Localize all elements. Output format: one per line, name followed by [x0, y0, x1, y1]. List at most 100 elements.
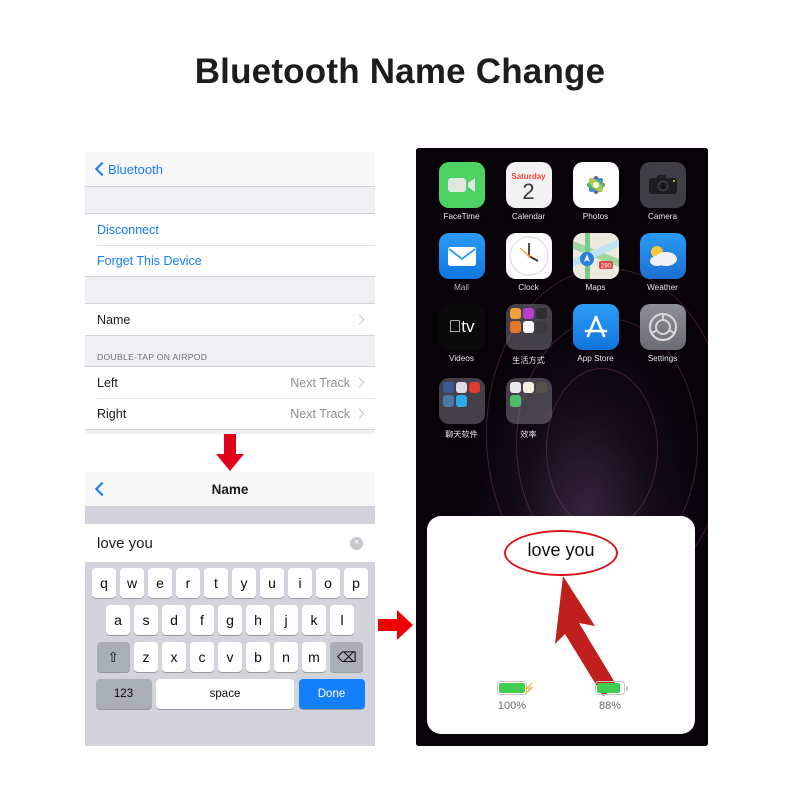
app-store-icon	[572, 304, 619, 350]
arrow-down-icon	[216, 434, 244, 471]
keyboard-row-2: a s d f g h j k l	[88, 605, 372, 635]
forget-device-label: Forget This Device	[97, 253, 202, 268]
battery-percent: 88%	[598, 700, 622, 712]
key-a[interactable]: a	[106, 605, 130, 635]
weather-icon	[639, 233, 686, 279]
name-screen-title: Name	[211, 481, 249, 497]
folder-mini-grid	[439, 378, 485, 424]
mail-icon	[438, 233, 485, 279]
name-edit-screen: Name love you × q w e r t y u i o p a s …	[85, 472, 375, 746]
key-v[interactable]: v	[218, 642, 242, 672]
disconnect-row[interactable]: Disconnect	[85, 214, 375, 245]
key-y[interactable]: y	[232, 568, 256, 598]
name-row[interactable]: Name	[85, 304, 375, 335]
key-x[interactable]: x	[162, 642, 186, 672]
key-g[interactable]: g	[218, 605, 242, 635]
name-input[interactable]: love you	[97, 535, 350, 552]
battery-indicators: ⚡ 100% 88%	[427, 681, 695, 712]
app-photos[interactable]: Photos	[562, 162, 629, 221]
key-d[interactable]: d	[162, 605, 186, 635]
app-label: Weather	[647, 283, 678, 292]
forget-device-row[interactable]: Forget This Device	[85, 245, 375, 276]
app-maps[interactable]: 280 Maps	[562, 233, 629, 292]
app-mail[interactable]: Mail	[428, 233, 495, 292]
calendar-day: 2	[522, 178, 535, 204]
key-w[interactable]: w	[120, 568, 144, 598]
key-e[interactable]: e	[148, 568, 172, 598]
arrow-right-icon	[378, 610, 413, 640]
app-folder-lifestyle[interactable]: 生活方式	[495, 304, 562, 366]
name-input-row[interactable]: love you ×	[85, 523, 375, 563]
space-key[interactable]: space	[156, 679, 294, 709]
iphone-home-screen: FaceTime Saturday 2 Calendar Photos Came…	[416, 148, 708, 746]
list-gap	[85, 187, 375, 213]
folder-icon	[505, 304, 552, 350]
app-label: 聊天软件	[445, 430, 478, 439]
key-r[interactable]: r	[176, 568, 200, 598]
airpods-battery-popup: love you ⚡ 100% 88%	[427, 516, 695, 734]
backspace-icon[interactable]: ⌫	[330, 642, 364, 672]
key-h[interactable]: h	[246, 605, 270, 635]
chevron-left-icon[interactable]	[95, 481, 105, 498]
app-clock[interactable]: Clock	[495, 233, 562, 292]
battery-left: ⚡ 100%	[497, 681, 536, 712]
key-z[interactable]: z	[134, 642, 158, 672]
key-f[interactable]: f	[190, 605, 214, 635]
key-c[interactable]: c	[190, 642, 214, 672]
app-row-3: tv Videos	[428, 304, 696, 366]
key-j[interactable]: j	[274, 605, 298, 635]
folder-mini-grid	[506, 378, 552, 424]
app-label: Calendar	[511, 212, 546, 221]
folder-mini-grid	[506, 304, 552, 350]
back-button-label[interactable]: Bluetooth	[108, 162, 163, 177]
app-weather[interactable]: Weather	[629, 233, 696, 292]
app-grid: FaceTime Saturday 2 Calendar Photos Came…	[416, 162, 708, 452]
device-actions-group: Disconnect Forget This Device	[85, 213, 375, 277]
chevron-left-icon[interactable]	[95, 161, 105, 178]
app-facetime[interactable]: FaceTime	[428, 162, 495, 221]
clock-icon	[505, 233, 552, 279]
app-settings[interactable]: Settings	[629, 304, 696, 366]
airpod-actions-group: Left Next Track Right Next Track	[85, 366, 375, 430]
key-i[interactable]: i	[288, 568, 312, 598]
app-videos[interactable]: tv Videos	[428, 304, 495, 366]
disconnect-label: Disconnect	[97, 222, 159, 237]
key-u[interactable]: u	[260, 568, 284, 598]
app-label: Mail	[453, 283, 469, 292]
shift-up-icon[interactable]: ⇧	[96, 642, 130, 672]
key-k[interactable]: k	[302, 605, 326, 635]
key-o[interactable]: o	[316, 568, 340, 598]
screenshot-root: Bluetooth Name Change Bluetooth Disconne…	[0, 0, 800, 800]
airpod-right-value: Next Track	[290, 406, 350, 421]
chevron-right-icon	[356, 377, 363, 389]
done-key[interactable]: Done	[298, 679, 365, 709]
app-label: Videos	[449, 354, 474, 363]
battery-right: 88%	[595, 681, 628, 712]
app-folder-productivity[interactable]: 效率	[495, 378, 562, 440]
key-t[interactable]: t	[204, 568, 228, 598]
clear-circle-icon[interactable]: ×	[350, 536, 363, 550]
lightning-bolt-icon: ⚡	[522, 683, 536, 695]
airpod-right-row[interactable]: Right Next Track	[85, 398, 375, 429]
numbers-key[interactable]: 123	[95, 679, 152, 709]
key-p[interactable]: p	[344, 568, 368, 598]
settings-gear-icon	[639, 304, 686, 350]
app-label: App Store	[577, 354, 614, 363]
app-calendar[interactable]: Saturday 2 Calendar	[495, 162, 562, 221]
double-tap-section-header: DOUBLE-TAP ON AIRPOD	[85, 336, 375, 366]
name-row-label: Name	[97, 312, 131, 327]
key-s[interactable]: s	[134, 605, 158, 635]
airpod-left-row[interactable]: Left Next Track	[85, 367, 375, 398]
key-b[interactable]: b	[246, 642, 270, 672]
app-folder-chat[interactable]: 聊天软件	[428, 378, 495, 440]
camera-icon	[639, 162, 686, 208]
app-app-store[interactable]: App Store	[562, 304, 629, 366]
app-camera[interactable]: Camera	[629, 162, 696, 221]
app-row-1: FaceTime Saturday 2 Calendar Photos Came…	[428, 162, 696, 221]
key-n[interactable]: n	[274, 642, 298, 672]
folder-icon	[438, 378, 485, 424]
app-label: FaceTime	[443, 212, 480, 221]
key-l[interactable]: l	[330, 605, 354, 635]
key-q[interactable]: q	[92, 568, 116, 598]
key-m[interactable]: m	[302, 642, 326, 672]
